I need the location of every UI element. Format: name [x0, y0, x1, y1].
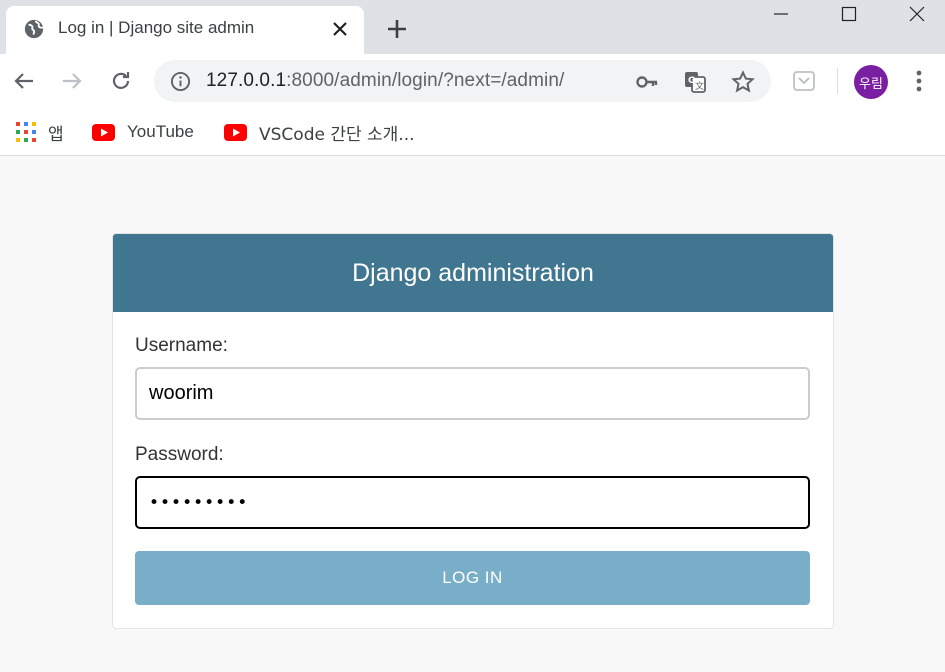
minimize-icon[interactable]: [748, 0, 814, 28]
pocket-extension-icon[interactable]: [792, 69, 816, 93]
login-card: Django administration Username: woorim P…: [112, 233, 834, 629]
password-label: Password:: [135, 444, 224, 465]
window-close-icon[interactable]: [884, 0, 945, 28]
bookmark-vscode[interactable]: VSCode 간단 소개...: [224, 118, 415, 146]
svg-text:文: 文: [695, 80, 704, 92]
star-icon[interactable]: [730, 69, 756, 95]
forward-button[interactable]: [57, 66, 87, 96]
bookmark-youtube[interactable]: YouTube: [92, 118, 194, 146]
maximize-icon[interactable]: [816, 0, 882, 28]
profile-avatar[interactable]: 우림: [854, 65, 888, 99]
toolbar-divider: [837, 68, 838, 94]
login-button[interactable]: LOG IN: [135, 551, 810, 605]
active-tab[interactable]: Log in | Django site admin: [6, 6, 364, 54]
arrow-left-icon: [14, 73, 33, 89]
password-input[interactable]: •••••••••: [135, 476, 810, 529]
tab-strip: Log in | Django site admin: [0, 0, 945, 54]
login-header: Django administration: [113, 234, 833, 312]
back-button[interactable]: [9, 66, 39, 96]
bookmark-label: 앱: [48, 124, 64, 145]
address-bar[interactable]: 127.0.0.1:8000/admin/login/?next=/admin/…: [154, 60, 771, 102]
menu-icon[interactable]: [906, 68, 932, 94]
bookmarks-bar: 앱 YouTube VSCode 간단 소개...: [0, 110, 945, 156]
tab-title: Log in | Django site admin: [58, 18, 255, 37]
close-tab-icon[interactable]: [330, 19, 350, 39]
key-icon[interactable]: [634, 69, 660, 95]
username-input[interactable]: woorim: [135, 367, 810, 420]
translate-icon[interactable]: G文: [682, 69, 708, 95]
apps-grid-icon: [16, 122, 36, 142]
youtube-icon: [92, 123, 115, 141]
bookmark-apps[interactable]: 앱: [16, 118, 64, 146]
arrow-right-icon: [63, 73, 82, 89]
username-label: Username:: [135, 335, 228, 356]
browser-toolbar: 127.0.0.1:8000/admin/login/?next=/admin/…: [0, 54, 945, 110]
site-title: Django administration: [352, 258, 594, 287]
reload-icon: [112, 72, 130, 89]
youtube-icon: [224, 123, 247, 141]
globe-icon: [24, 19, 44, 39]
info-icon[interactable]: [170, 71, 191, 92]
url-text: 127.0.0.1:8000/admin/login/?next=/admin/: [206, 70, 565, 91]
bookmark-label: VSCode 간단 소개...: [259, 124, 415, 145]
bookmark-label: YouTube: [127, 122, 194, 141]
new-tab-icon[interactable]: [384, 16, 410, 42]
reload-button[interactable]: [106, 66, 136, 96]
